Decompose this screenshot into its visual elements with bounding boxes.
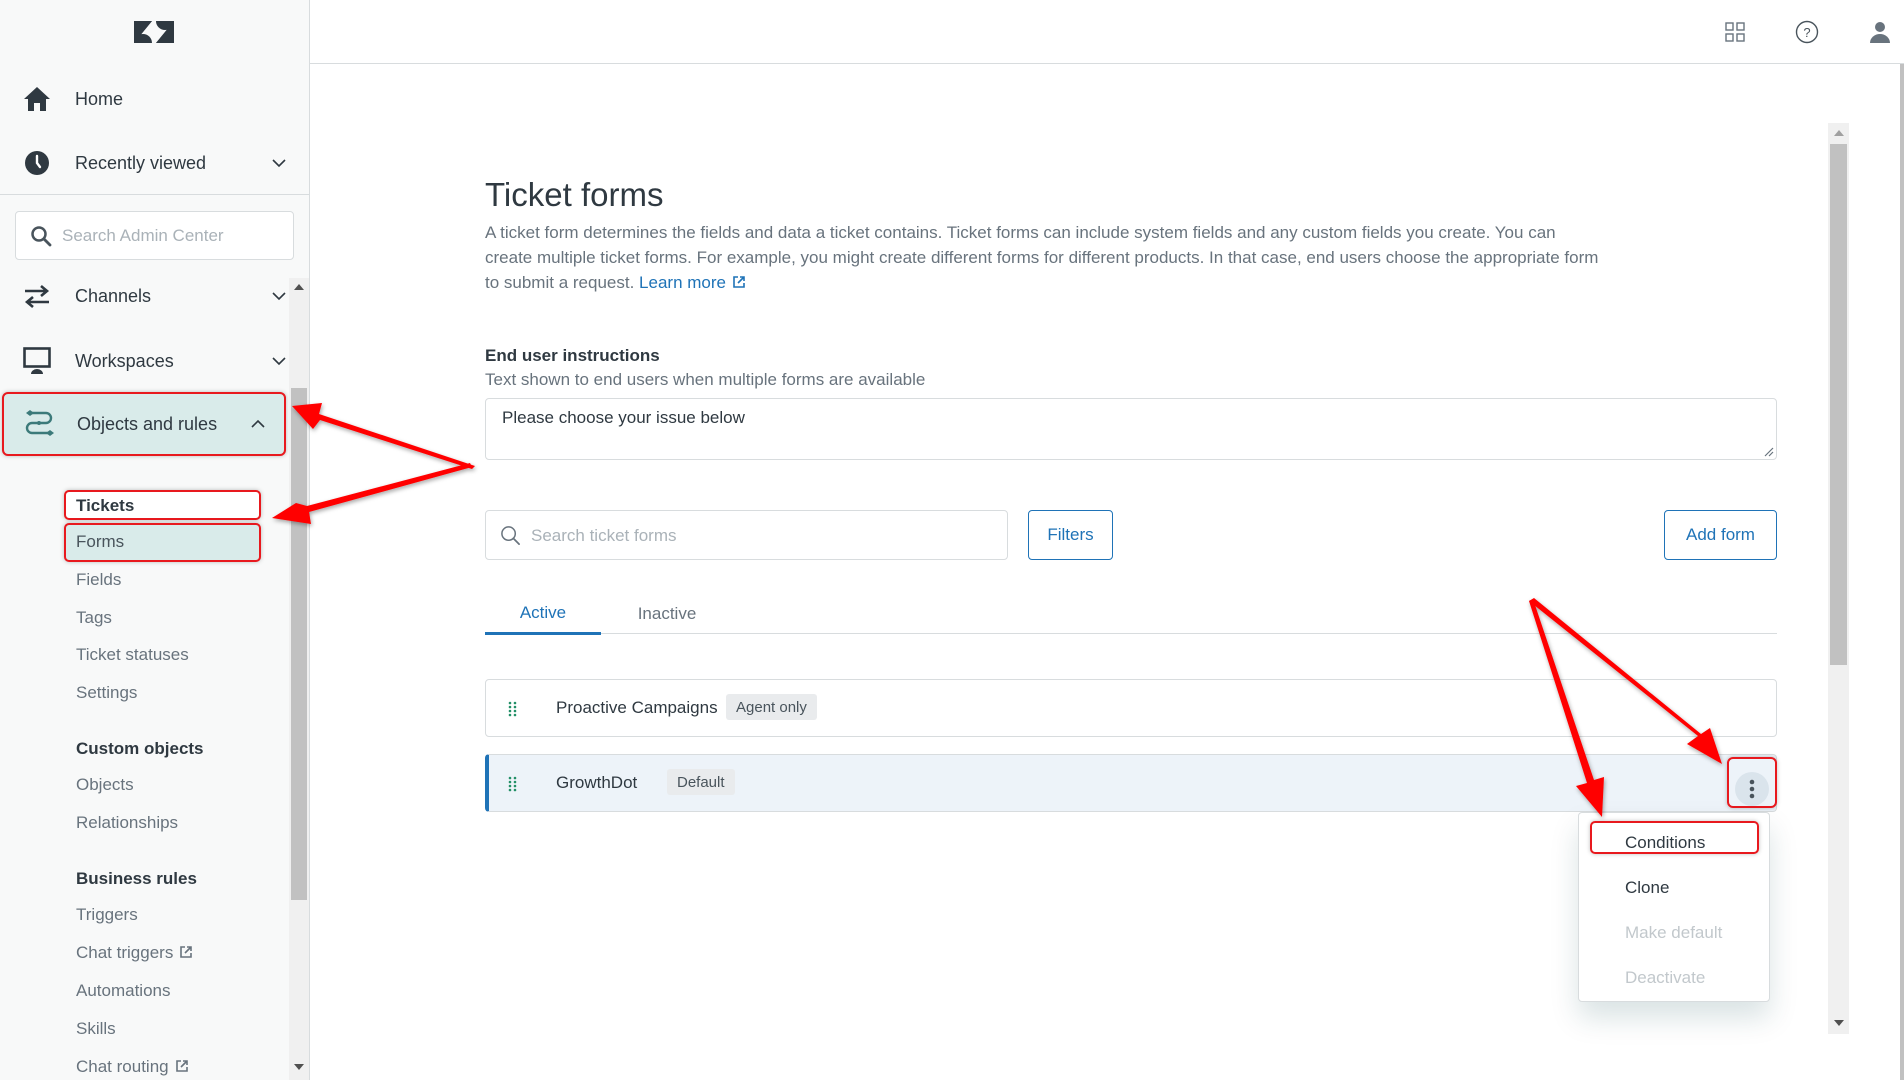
nav-recently-viewed-label: Recently viewed (75, 152, 207, 173)
nav-objects-and-rules-label: Objects and rules (77, 414, 218, 434)
help-icon[interactable]: ? (1795, 20, 1819, 44)
channels-icon (22, 281, 52, 311)
sidebar-item-relationships[interactable]: Relationships (76, 813, 178, 833)
sidebar-item-ticket-statuses[interactable]: Ticket statuses (76, 645, 189, 665)
sidebar-item-objects[interactable]: Objects (76, 775, 134, 795)
workspaces-icon (22, 346, 52, 376)
admin-center-search[interactable]: Search Admin Center (15, 211, 294, 260)
scroll-down-arrow-icon[interactable] (1834, 1020, 1844, 1026)
default-badge: Default (667, 769, 735, 795)
resize-handle-icon[interactable] (1762, 445, 1774, 457)
products-grid-icon[interactable] (1723, 20, 1747, 44)
sidebar: Home Recently viewed Search Admin Center… (0, 0, 310, 1080)
annotation-conditions-box (1590, 821, 1759, 854)
tab-active[interactable]: Active (485, 594, 601, 635)
tab-inactive[interactable]: Inactive (627, 594, 707, 634)
search-ticket-forms-input[interactable]: Search ticket forms (485, 510, 1008, 560)
nav-recently-viewed[interactable]: Recently viewed (0, 132, 309, 194)
nav-home-label: Home (75, 88, 124, 109)
sidebar-heading-tickets: Tickets (76, 496, 135, 515)
sidebar-item-forms[interactable]: Forms (76, 532, 124, 552)
objects-rules-icon (24, 410, 54, 438)
add-form-button[interactable]: Add form (1664, 510, 1777, 560)
search-icon (501, 526, 520, 545)
sidebar-heading-custom-objects: Custom objects (76, 739, 204, 758)
content-scroll-thumb[interactable] (1830, 144, 1847, 665)
admin-search-placeholder: Search Admin Center (62, 226, 224, 245)
top-bar: ? (310, 0, 1904, 64)
filters-button[interactable]: Filters (1028, 510, 1113, 560)
svg-text:?: ? (1803, 25, 1810, 40)
sidebar-item-triggers[interactable]: Triggers (76, 905, 138, 925)
sidebar-item-settings[interactable]: Settings (76, 683, 137, 703)
user-icon[interactable] (1868, 20, 1892, 44)
page-scrollbar[interactable] (1900, 64, 1904, 1080)
learn-more-link[interactable]: Learn more (639, 273, 746, 292)
forms-tabs: Active Inactive (485, 594, 1777, 635)
sidebar-item-chat-routing[interactable]: Chat routing (76, 1057, 189, 1077)
search-ticket-forms-placeholder: Search ticket forms (531, 526, 677, 545)
chevron-down-icon (272, 292, 286, 301)
nav-home[interactable]: Home (0, 68, 309, 130)
scroll-down-arrow-icon[interactable] (294, 1064, 304, 1070)
chevron-up-icon (251, 419, 265, 428)
sidebar-heading-business-rules: Business rules (76, 869, 197, 888)
sidebar-item-tags[interactable]: Tags (76, 608, 112, 628)
sidebar-item-chat-routing-label: Chat routing (76, 1057, 169, 1076)
clock-icon (22, 148, 52, 178)
end-user-instructions-label: End user instructions (485, 346, 660, 365)
sidebar-scrollbar[interactable] (289, 278, 309, 1080)
nav-objects-and-rules[interactable]: Objects and rules (2, 392, 286, 456)
menu-item-clone[interactable]: Clone (1625, 878, 1669, 898)
drag-handle-icon[interactable] (508, 776, 518, 792)
form-name: GrowthDot (556, 773, 638, 792)
nav-workspaces[interactable]: Workspaces (0, 330, 309, 392)
external-link-icon (180, 946, 193, 958)
form-name: Proactive Campaigns (556, 698, 718, 717)
chevron-down-icon (272, 357, 286, 366)
menu-item-deactivate: Deactivate (1625, 968, 1706, 987)
nav-workspaces-label: Workspaces (75, 350, 174, 371)
home-icon (22, 84, 52, 114)
form-row[interactable]: Proactive Campaigns Agent only (485, 679, 1777, 737)
learn-more-label: Learn more (639, 273, 726, 292)
external-link-icon (175, 1060, 188, 1072)
main-content: Ticket forms A ticket form determines th… (310, 64, 1904, 1080)
end-user-instructions-hint: Text shown to end users when multiple fo… (485, 370, 926, 389)
page-description: A ticket form determines the fields and … (485, 220, 1605, 295)
sidebar-item-skills[interactable]: Skills (76, 1019, 116, 1039)
external-link-icon (733, 276, 745, 288)
content-scrollbar[interactable] (1828, 123, 1849, 1034)
sidebar-item-chat-triggers[interactable]: Chat triggers (76, 943, 193, 963)
sidebar-divider (0, 194, 309, 195)
chevron-down-icon (272, 159, 286, 168)
sidebar-item-chat-triggers-label: Chat triggers (76, 943, 174, 962)
end-user-instructions-textarea[interactable]: Please choose your issue below (485, 398, 1777, 460)
menu-item-make-default: Make default (1625, 923, 1723, 942)
sidebar-scroll-thumb[interactable] (291, 388, 307, 900)
sidebar-item-automations[interactable]: Automations (76, 981, 171, 1001)
scroll-up-arrow-icon[interactable] (294, 284, 304, 290)
nav-channels[interactable]: Channels (0, 265, 309, 327)
annotation-kebab-box (1727, 757, 1777, 808)
sidebar-item-fields[interactable]: Fields (76, 570, 121, 590)
form-row-selected[interactable]: GrowthDot Default (485, 754, 1777, 812)
scroll-up-arrow-icon[interactable] (1834, 130, 1844, 136)
nav-channels-label: Channels (75, 285, 152, 306)
zendesk-logo[interactable] (134, 18, 174, 46)
agent-only-badge: Agent only (726, 694, 817, 720)
page-title: Ticket forms (485, 176, 664, 213)
search-icon (31, 226, 52, 247)
drag-handle-icon[interactable] (508, 701, 518, 717)
